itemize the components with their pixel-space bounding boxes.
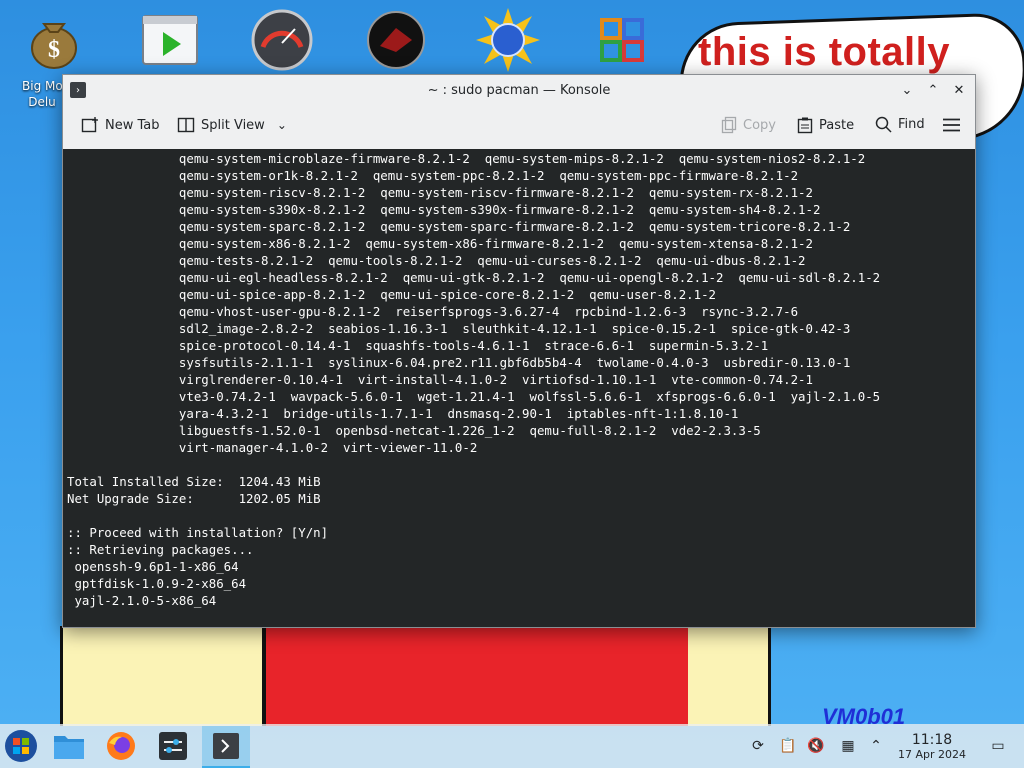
terminal-line: qemu-system-riscv-8.2.1-2 qemu-system-ri… — [67, 185, 813, 200]
terminal-line: libguestfs-1.52.0-1 openbsd-netcat-1.226… — [67, 423, 761, 438]
copy-label: Copy — [743, 117, 776, 133]
split-view-label: Split View — [201, 117, 265, 133]
terminal-line: qemu-ui-egl-headless-8.2.1-2 qemu-ui-gtk… — [67, 270, 881, 285]
split-view-button[interactable]: Split View ⌄ — [177, 116, 287, 134]
video-player-icon[interactable] — [138, 8, 202, 72]
hamburger-menu-button[interactable] — [943, 118, 960, 132]
terminal-line: :: Proceed with installation? [Y/n] — [67, 525, 329, 540]
terminal-output[interactable]: qemu-system-microblaze-firmware-8.2.1-2 … — [63, 149, 975, 627]
chevron-down-icon[interactable]: ⌄ — [277, 118, 287, 132]
update-icon[interactable]: ⟳ — [748, 736, 768, 756]
input-method-icon[interactable]: ▦ — [838, 736, 858, 756]
wallpaper-red-shape — [262, 626, 694, 726]
start-menu-icon[interactable] — [2, 728, 40, 764]
terminal-line: qemu-system-s390x-8.2.1-2 qemu-system-s3… — [67, 202, 821, 217]
terminal-line: :: Retrieving packages... — [67, 542, 254, 557]
desktop-icon-label[interactable]: Big Mo Delu — [22, 78, 63, 110]
clipboard-icon[interactable]: 📋 — [778, 736, 798, 756]
minimize-button[interactable]: ⌄ — [897, 80, 917, 100]
wallpaper-yellow-shape-right — [688, 626, 771, 726]
terminal-line: qemu-system-microblaze-firmware-8.2.1-2 … — [67, 151, 866, 166]
terminal-line: qemu-tests-8.2.1-2 qemu-tools-8.2.1-2 qe… — [67, 253, 806, 268]
terminal-line: yajl-2.1.0-5-x86_64 — [67, 593, 217, 608]
office-icon[interactable] — [590, 8, 654, 72]
show-desktop-icon[interactable]: ▭ — [988, 736, 1008, 756]
copy-icon — [721, 116, 737, 134]
konsole-window: › ~ : sudo pacman — Konsole ⌄ ⌃ ✕ New Ta… — [62, 74, 976, 628]
toolbar: New Tab Split View ⌄ Copy Paste Find — [63, 105, 975, 150]
clock-time[interactable]: 11:18 — [906, 732, 958, 748]
terminal-line: virt-manager-4.1.0-2 virt-viewer-11.0-2 — [67, 440, 478, 455]
terminal-line: gptfdisk-1.0.9-2-x86_64 — [67, 576, 247, 591]
file-manager-icon[interactable] — [50, 728, 88, 764]
close-button[interactable]: ✕ — [949, 80, 969, 100]
gauge-icon[interactable] — [250, 8, 314, 72]
konsole-icon[interactable] — [202, 726, 250, 768]
paste-button[interactable]: Paste — [797, 116, 854, 134]
new-tab-icon — [81, 117, 98, 133]
terminal-line: virglrenderer-0.10.4-1 virt-install-4.1.… — [67, 372, 813, 387]
find-label: Find — [898, 117, 925, 132]
firefox-icon[interactable] — [102, 728, 140, 764]
split-view-icon — [177, 117, 195, 133]
title-bar[interactable]: › ~ : sudo pacman — Konsole ⌄ ⌃ ✕ — [63, 75, 975, 105]
search-icon — [875, 116, 892, 133]
terminal-line: qemu-system-sparc-8.2.1-2 qemu-system-sp… — [67, 219, 851, 234]
terminal-line: spice-protocol-0.14.4-1 squashfs-tools-4… — [67, 338, 769, 353]
terminal-line: qemu-ui-spice-app-8.2.1-2 qemu-ui-spice-… — [67, 287, 717, 302]
chevron-up-icon[interactable]: ⌃ — [866, 736, 886, 756]
volume-muted-icon[interactable]: 🔇 — [806, 736, 826, 756]
window-title: ~ : sudo pacman — Konsole — [427, 82, 611, 98]
terminal-line: qemu-system-x86-8.2.1-2 qemu-system-x86-… — [67, 236, 813, 251]
maximize-button[interactable]: ⌃ — [923, 80, 943, 100]
dark-badge-icon[interactable] — [364, 8, 428, 72]
paste-label: Paste — [819, 117, 855, 133]
wallpaper-bubble-text: this is totally — [698, 30, 950, 74]
new-tab-button[interactable]: New Tab — [81, 116, 160, 134]
hamburger-menu-icon — [943, 118, 960, 132]
terminal-line: qemu-vhost-user-gpu-8.2.1-2 reiserfsprog… — [67, 304, 799, 319]
taskbar: ⟳ 📋 🔇 ▦ ⌃ ▭ — [0, 724, 1024, 768]
find-button[interactable]: Find — [875, 116, 925, 133]
terminal-line: openssh-9.6p1-1-x86_64 — [67, 559, 239, 574]
settings-icon[interactable] — [154, 728, 192, 764]
terminal-line: Net Upgrade Size: 1202.05 MiB — [67, 491, 321, 506]
svg-text:$: $ — [48, 37, 60, 63]
terminal-line: yara-4.3.2-1 bridge-utils-1.7.1-1 dnsmas… — [67, 406, 739, 421]
wallpaper-yellow-shape-left — [60, 626, 263, 726]
terminal-line: sysfsutils-2.1.1-1 syslinux-6.04.pre2.r1… — [67, 355, 851, 370]
terminal-line: qemu-system-or1k-8.2.1-2 qemu-system-ppc… — [67, 168, 799, 183]
paste-icon — [797, 117, 813, 134]
terminal-line: vte3-0.74.2-1 wavpack-5.6.0-1 wget-1.21.… — [67, 389, 881, 404]
new-tab-label: New Tab — [105, 117, 160, 133]
terminal-line: Total Installed Size: 1204.43 MiB — [67, 474, 321, 489]
clock-date[interactable]: 17 Apr 2024 — [890, 748, 974, 761]
money-bag-icon[interactable]: $ — [22, 8, 86, 72]
sun-globe-icon[interactable] — [476, 8, 540, 72]
terminal-line: sdl2_image-2.8.2-2 seabios-1.16.3-1 sleu… — [67, 321, 851, 336]
konsole-app-icon[interactable]: › — [70, 82, 86, 98]
copy-button[interactable]: Copy — [721, 116, 776, 134]
